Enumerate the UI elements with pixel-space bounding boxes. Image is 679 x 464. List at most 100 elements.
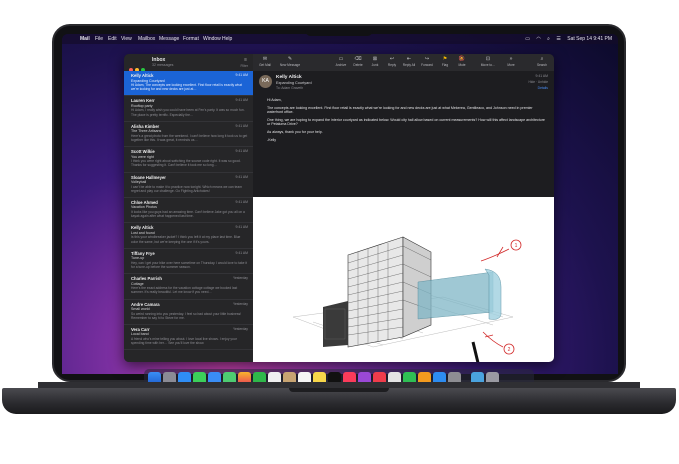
reader-meta[interactable]: Hide · Unhide — [529, 80, 549, 84]
preview: So weird running into you yesterday. I f… — [131, 311, 242, 320]
message-list: Kelly Altick 9:41 AM Expanding Courtyard Hi… — [124, 71, 253, 351]
wifi-icon[interactable]: ◠ — [536, 36, 540, 42]
reader-subject: Expanding Courtyard — [276, 81, 312, 85]
get-mail-button[interactable]: ✉ Get Mail — [253, 56, 277, 67]
button-label: Forward — [421, 63, 433, 67]
mail-toolbar: ✉ Get Mail ✎ New Message ▭ Archive ⌫ Delete … — [253, 54, 554, 72]
date: 9:41 AM — [235, 225, 248, 230]
sender: Scott Wilkie — [131, 149, 155, 155]
body-line: -Kelly — [267, 137, 276, 142]
mail-window: Inbox 32 messages ≡ Filter Kelly Altick 9… — [124, 54, 554, 362]
list-item[interactable]: Kelly Altick 9:41 AM Expanding Courtyard Hi… — [124, 71, 253, 97]
date: 9:41 AM — [235, 250, 248, 255]
sender: Sloane Hallmeyer — [131, 174, 166, 180]
sender: Chloe Ahmed — [131, 199, 158, 205]
button-label: New Message — [279, 63, 301, 67]
menu-mailbox[interactable]: Mailbox — [138, 34, 155, 44]
attached-rendering-image[interactable]: 1 2 — [253, 197, 554, 362]
date: 9:41 AM — [235, 98, 248, 103]
reader-time: 9:41 AM — [535, 74, 548, 78]
list-item[interactable]: Sloane Hallmeyer 9:41 AM Volleyball I can't… — [124, 173, 253, 198]
annotation-1: 1 — [515, 243, 518, 249]
list-item[interactable]: Charles Parrish Yesterday Cottage Here's th… — [124, 274, 253, 300]
chevron-icon: » — [509, 56, 513, 62]
menubar-clock[interactable]: Sat Sep 14 9:41 PM — [567, 36, 612, 42]
preview: I think you were right about switching t… — [131, 159, 241, 168]
preview: Here's a great photo from the weekend. I… — [131, 133, 248, 142]
search-icon[interactable]: ⌕ — [547, 36, 550, 42]
menu-file[interactable]: File — [95, 34, 103, 44]
mute-button[interactable]: 🔕 Mute — [450, 56, 474, 67]
sender: Vera Carr — [131, 326, 150, 332]
body-line: The concepts are looking excellent. Firs… — [267, 105, 533, 115]
button-label: Get Mail — [259, 63, 271, 67]
menu-message[interactable]: Message — [159, 34, 179, 44]
search-button[interactable]: ⌕ Search — [530, 56, 554, 67]
filter-label[interactable]: Filter — [240, 64, 248, 68]
menu-view[interactable]: View — [121, 34, 132, 44]
building-rendering: 1 2 — [292, 236, 522, 362]
button-label: Move to… — [480, 63, 496, 67]
date: 9:41 AM — [235, 149, 248, 154]
subject: Volleyball — [131, 180, 147, 185]
menu-help[interactable]: Help — [222, 34, 232, 44]
button-label: Flag — [441, 63, 449, 67]
date: Yesterday — [233, 301, 248, 306]
date: 9:41 AM — [235, 73, 248, 77]
body-line: One thing, we are hoping to expand the i… — [267, 117, 545, 127]
sender: Andre Camara — [131, 301, 160, 307]
list-item[interactable]: Scott Wilkie 9:41 AM You were right I think… — [124, 147, 253, 173]
list-item[interactable]: Lauren Kerr 9:41 AM Rooftop party Hi Adam, … — [124, 96, 253, 122]
battery-icon[interactable]: ▭ — [525, 36, 530, 42]
mute-icon: 🔕 — [458, 56, 466, 62]
menu-edit[interactable]: Edit — [108, 34, 117, 44]
preview: I can't be able to make it to practice n… — [131, 184, 242, 193]
compose-icon: ✎ — [287, 56, 293, 62]
list-item[interactable]: Tiffany Frye 9:41 AM Tune-up Hey, can I get… — [124, 249, 253, 275]
message-count: 32 messages — [152, 63, 174, 67]
preview: Hi Adam, I really wish you could have be… — [131, 108, 245, 117]
subject: You were right — [131, 154, 154, 159]
details-link[interactable]: Details — [538, 86, 548, 90]
preview: Hey, can I get your bike over here somet… — [131, 260, 247, 269]
message-list-pane: Inbox 32 messages ≡ Filter Kelly Altick 9… — [124, 54, 253, 362]
more-button[interactable]: » More — [499, 56, 523, 67]
sender: Tiffany Frye — [131, 250, 155, 256]
search-icon: ⌕ — [540, 56, 544, 62]
camera-notch — [305, 26, 373, 36]
message-body: Hi Adam, The concepts are looking excell… — [267, 98, 547, 145]
subject: Vacation Photos — [131, 205, 157, 210]
new-message-button[interactable]: ✎ New Message — [275, 56, 305, 67]
message-reader: KA Kelly Altick Expanding Courtyard To: … — [253, 71, 554, 362]
subject: Cottage — [131, 281, 144, 286]
avatar: KA — [259, 75, 272, 88]
sender: Kelly Altick — [131, 225, 154, 231]
list-item[interactable]: Chloe Ahmed 9:41 AM Vacation Photos It look… — [124, 198, 253, 224]
menu-window[interactable]: Window — [203, 34, 221, 44]
date: 9:41 AM — [235, 174, 248, 179]
button-label: Archive — [335, 63, 347, 67]
date: 9:41 AM — [235, 199, 248, 204]
sender: Alisha Kimber — [131, 123, 160, 129]
menu-format[interactable]: Format — [183, 34, 199, 44]
envelope-icon: ✉ — [262, 56, 268, 62]
button-label: Mute — [458, 63, 466, 67]
button-label: Search — [536, 63, 548, 67]
sender: Charles Parrish — [131, 276, 162, 282]
subject: Rooftop party — [131, 103, 153, 108]
sender: Kelly Altick — [131, 73, 154, 78]
list-item[interactable]: Andre Camara Yesterday Small world So weird… — [124, 300, 253, 325]
date: 9:41 AM — [235, 123, 248, 128]
reader-sender: Kelly Altick — [276, 75, 302, 80]
body-line: Hi Adam, — [267, 98, 282, 102]
body-line: As always, thank you for your help. — [267, 129, 323, 134]
subject: Lost and found — [131, 230, 155, 235]
preview: Here's the exact address for the vacatio… — [131, 286, 238, 295]
filter-icon[interactable]: ≡ — [244, 57, 247, 63]
list-item[interactable]: Vera Carr Yesterday Local band A friend who… — [124, 325, 253, 351]
list-item[interactable]: Kelly Altick 9:41 AM Lost and found Is this… — [124, 223, 253, 249]
date: Yesterday — [233, 276, 248, 281]
menu-app-name[interactable]: Mail — [80, 34, 90, 44]
control-center-icon[interactable]: ☰ — [556, 36, 560, 42]
list-item[interactable]: Alisha Kimber 9:41 AM The Three Artisans He… — [124, 122, 253, 148]
